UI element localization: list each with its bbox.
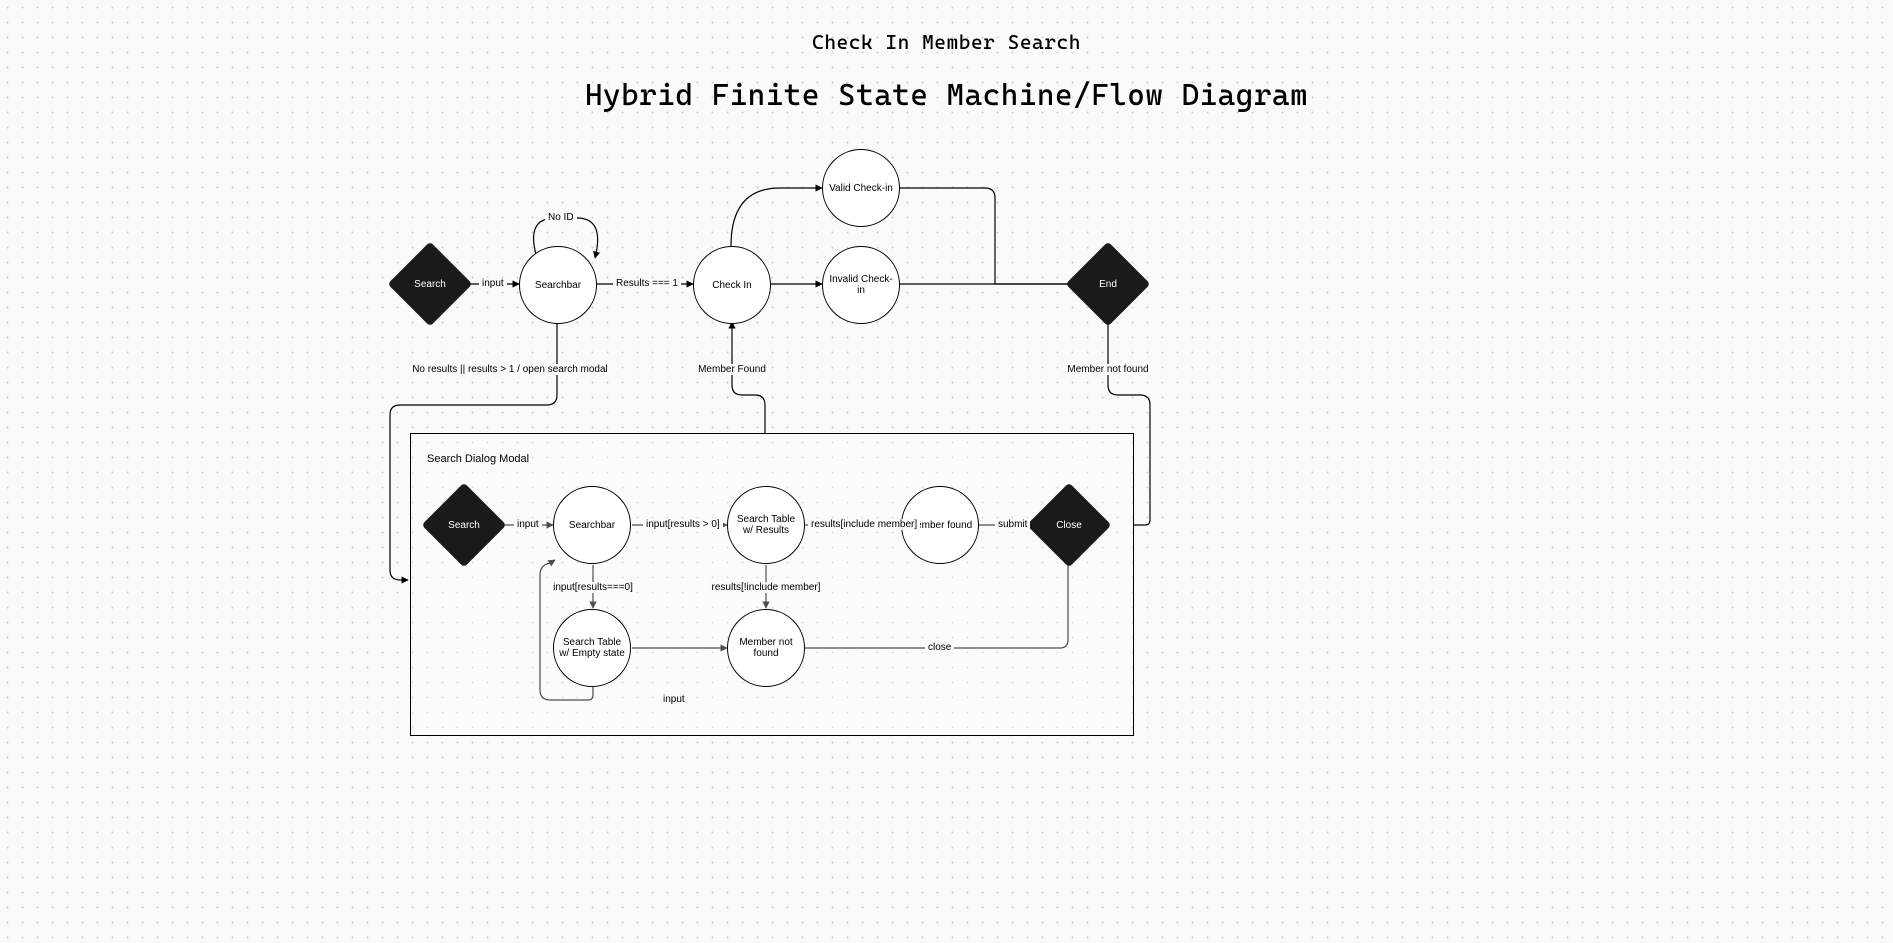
modal-close: Close — [1027, 483, 1112, 568]
edge-no-id: No ID — [545, 212, 577, 223]
modal-search-table-empty: Search Table w/ Empty state — [553, 609, 631, 687]
state-searchbar: Searchbar — [519, 246, 597, 324]
edge-results-not-include: results[!include member] — [709, 582, 824, 593]
diagram-subtitle: Check In Member Search — [812, 30, 1081, 54]
modal-container-label: Search Dialog Modal — [427, 453, 529, 465]
state-valid-checkin: Valid Check-in — [822, 149, 900, 227]
end-node: End — [1066, 242, 1151, 327]
start-node-search: Search — [388, 242, 473, 327]
edge-submit: submit — [995, 519, 1030, 530]
modal-start-search: Search — [422, 483, 507, 568]
edge-input-2: input — [514, 519, 542, 530]
modal-search-table-results: Search Table w/ Results — [727, 486, 805, 564]
diagram-title: Hybrid Finite State Machine/Flow Diagram — [585, 78, 1308, 113]
edge-close: close — [925, 642, 954, 653]
edge-results-eq-1: Results === 1 — [613, 278, 681, 289]
state-invalid-checkin: Invalid Check-in — [822, 246, 900, 324]
edge-results-include: results[include member] — [808, 519, 920, 530]
modal-searchbar: Searchbar — [553, 486, 631, 564]
edge-input-results-eq0: input[results===0] — [550, 582, 636, 593]
edge-no-results: No results || results > 1 / open search … — [409, 364, 611, 375]
edge-input-results-gt0: input[results > 0] — [643, 519, 723, 530]
edge-input-1: input — [479, 278, 507, 289]
edge-input-3: input — [660, 694, 688, 705]
edge-member-found: Member Found — [695, 364, 769, 375]
modal-member-not-found: Member not found — [727, 609, 805, 687]
state-check-in: Check In — [693, 246, 771, 324]
edge-member-not-found-top: Member not found — [1064, 364, 1151, 375]
